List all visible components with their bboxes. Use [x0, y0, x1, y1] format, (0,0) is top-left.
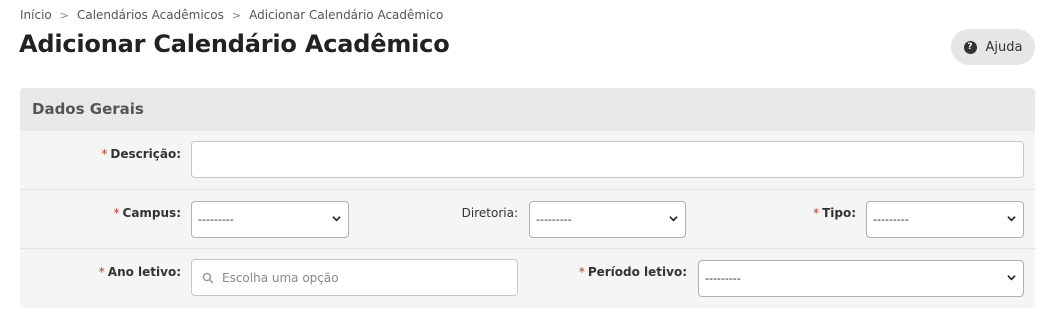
- search-icon: [202, 272, 214, 284]
- form-row-descricao: * Descrição:: [20, 131, 1035, 190]
- required-marker: *: [98, 265, 105, 279]
- chevron-down-icon: [669, 216, 678, 222]
- campus-select[interactable]: ---------: [191, 201, 349, 238]
- question-circle-icon: ?: [963, 40, 977, 54]
- chevron-down-icon: [1007, 216, 1016, 222]
- form-row-campus: * Campus: --------- Diretoria: --------- …: [20, 190, 1035, 249]
- campus-label: * Campus:: [113, 206, 181, 220]
- help-button-label: Ajuda: [985, 39, 1023, 55]
- ano-letivo-autocomplete[interactable]: Escolha uma opção: [191, 259, 518, 296]
- diretoria-select[interactable]: ---------: [529, 201, 686, 238]
- chevron-down-icon: [1007, 275, 1016, 281]
- breadcrumb-separator: >: [231, 8, 242, 22]
- periodo-letivo-select[interactable]: ---------: [698, 260, 1024, 297]
- required-marker: *: [578, 265, 585, 279]
- required-marker: *: [113, 206, 120, 220]
- breadcrumb: Início > Calendários Acadêmicos > Adicio…: [20, 8, 443, 22]
- required-marker: *: [101, 147, 108, 161]
- breadcrumb-home[interactable]: Início: [20, 8, 52, 22]
- page-title: Adicionar Calendário Acadêmico: [19, 30, 450, 58]
- descricao-label: * Descrição:: [101, 147, 181, 161]
- ano-letivo-label: * Ano letivo:: [98, 265, 181, 279]
- descricao-input[interactable]: [191, 141, 1024, 178]
- breadcrumb-separator: >: [59, 8, 69, 22]
- dados-gerais-panel: Dados Gerais * Descrição: * Campus: ------…: [20, 88, 1035, 308]
- breadcrumb-calendarios[interactable]: Calendários Acadêmicos: [77, 8, 224, 22]
- form-row-ano-letivo: * Ano letivo: Escolha uma opção * Período …: [20, 249, 1035, 308]
- diretoria-label: Diretoria:: [461, 206, 518, 220]
- tipo-select[interactable]: ---------: [866, 201, 1024, 238]
- periodo-letivo-label: * Período letivo:: [578, 265, 687, 279]
- panel-title: Dados Gerais: [20, 88, 1035, 131]
- breadcrumb-current: Adicionar Calendário Acadêmico: [249, 8, 444, 22]
- ano-letivo-placeholder: Escolha uma opção: [222, 270, 339, 285]
- tipo-label: * Tipo:: [813, 206, 856, 220]
- required-marker: *: [813, 206, 820, 220]
- help-button[interactable]: ? Ajuda: [951, 29, 1035, 65]
- chevron-down-icon: [332, 216, 341, 222]
